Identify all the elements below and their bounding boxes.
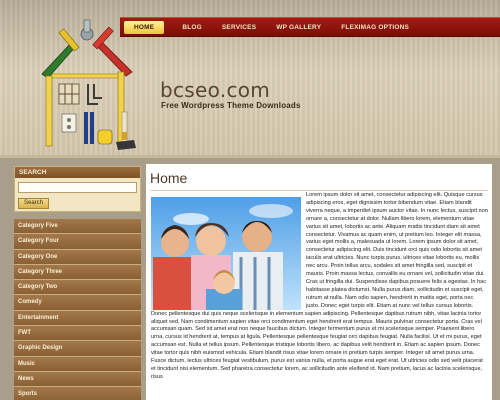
sidebar-item-news[interactable]: News [14,371,141,388]
sidebar-item-graphic-design[interactable]: Graphic Design [14,341,141,357]
house-frame-icon [45,71,136,150]
sidebar-item-category-one[interactable]: Category One [14,249,141,265]
sidebar-item-category-three[interactable]: Category Three [14,264,141,281]
search-button[interactable]: Search [18,198,49,209]
sidebar: SEARCH Search Category Five Category Fou… [14,166,141,400]
nav-wp-gallery[interactable]: WP GALLERY [266,21,331,34]
nav-services[interactable]: SERVICES [212,21,266,34]
tools-house-logo[interactable] [32,12,142,157]
sidebar-item-entertainment[interactable]: Entertainment [14,310,141,327]
sidebar-item-comedy[interactable]: Comedy [14,295,141,311]
nav-fleximag-options[interactable]: FLEXIMAG OPTIONS [331,21,419,34]
title-divider [150,190,488,191]
sidebar-item-music[interactable]: Music [14,356,141,372]
people-figures [153,221,283,310]
sidebar-item-category-four[interactable]: Category Four [14,234,141,250]
search-widget: SEARCH Search [14,166,141,212]
main-nav: HOME BLOG SERVICES WP GALLERY FLEXIMAG O… [120,17,500,37]
sidebar-item-category-five[interactable]: Category Five [14,219,141,235]
sidebar-item-sports[interactable]: Sports [14,387,141,400]
nav-blog[interactable]: BLOG [172,21,212,34]
roof-tools-icon [41,19,133,79]
group-photo [151,197,301,310]
site-tagline: Free Wordpress Theme Downloads [161,101,301,110]
header: HOME BLOG SERVICES WP GALLERY FLEXIMAG O… [0,0,500,158]
sidebar-item-fwt[interactable]: FWT [14,326,141,342]
main-content: Home Lorem ipsum dolor sit amet, consect… [146,164,492,400]
category-menu: Category Five Category Four Category One… [14,219,141,400]
sidebar-item-category-two[interactable]: Category Two [14,280,141,296]
search-widget-title: SEARCH [15,167,140,178]
search-input[interactable] [18,182,137,193]
page-title: Home [150,170,188,186]
site-title[interactable]: bcseo.com [160,78,270,102]
